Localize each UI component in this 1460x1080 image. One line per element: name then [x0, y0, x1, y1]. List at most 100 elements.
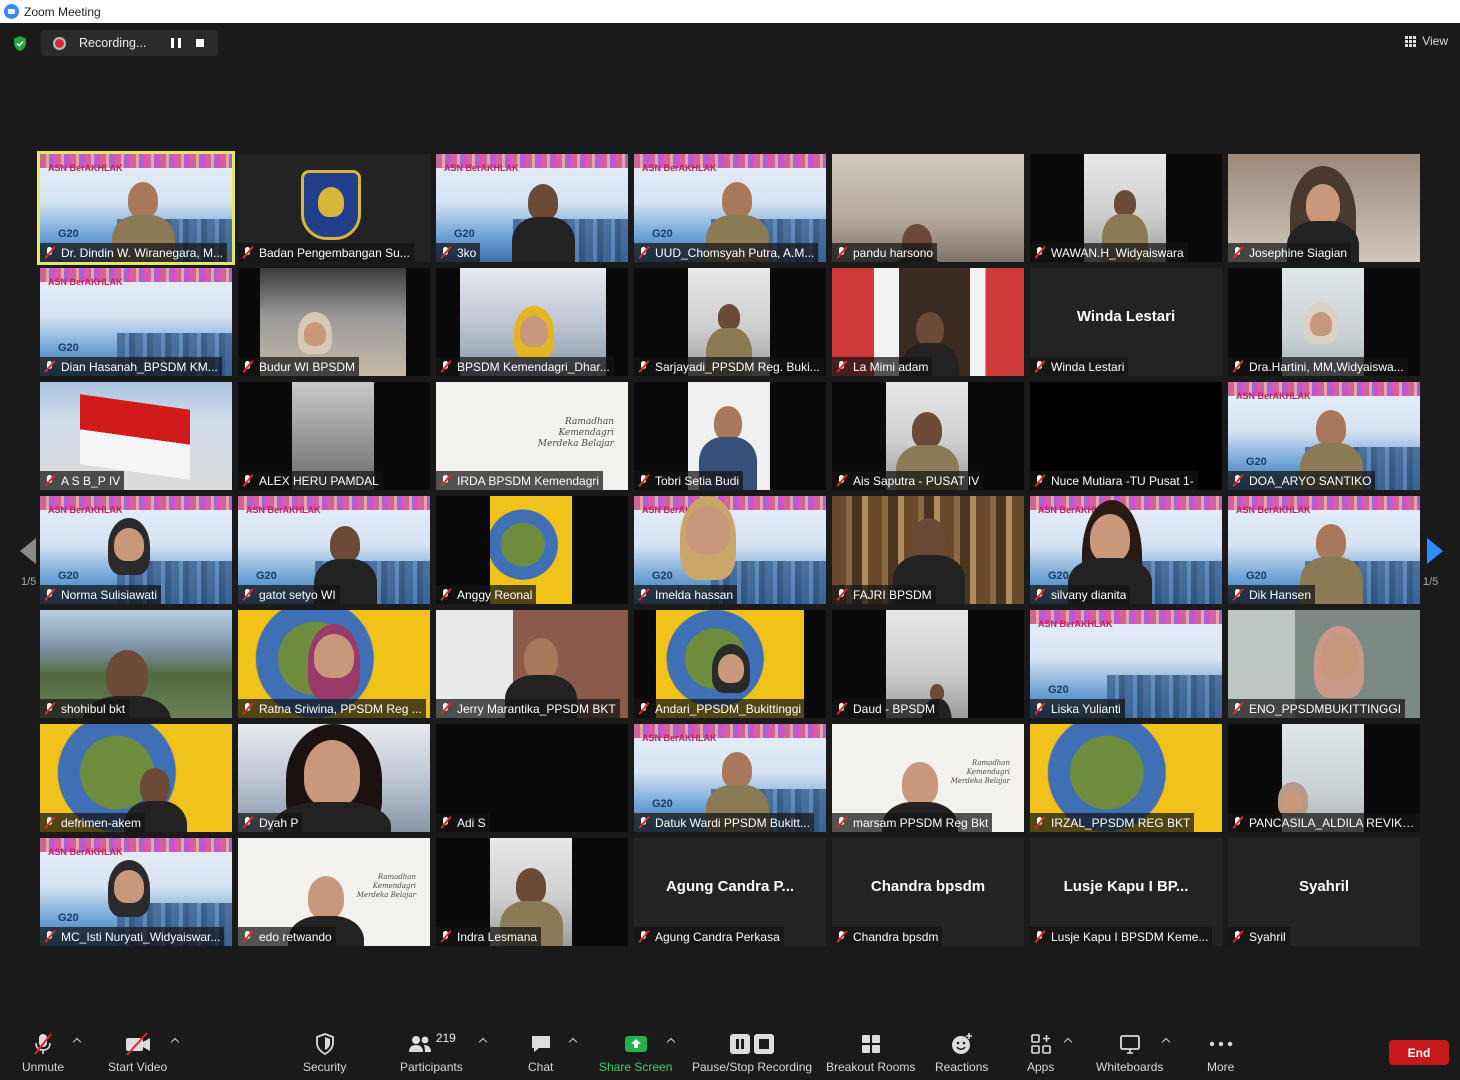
participant-tile[interactable]: PANCASILA_ALDILA REVIKA...: [1228, 724, 1420, 832]
participant-name: IRDA BPSDM Kemendagri: [457, 473, 600, 488]
participant-tile[interactable]: Winda Lestari Winda Lestari: [1030, 268, 1222, 376]
reactions-button[interactable]: Reactions: [935, 1031, 988, 1074]
pause-recording-icon[interactable]: [171, 38, 181, 48]
participant-tile[interactable]: ASN BerAKHLAK G20 gatot setyo WI: [238, 496, 430, 604]
participant-tile[interactable]: WAWAN.H_Widyaiswara: [1030, 154, 1222, 262]
unmute-button[interactable]: Unmute: [22, 1031, 64, 1074]
muted-mic-icon: [637, 360, 650, 373]
participant-tile[interactable]: Lusje Kapu I BP... Lusje Kapu I BPSDM Kem…: [1030, 838, 1222, 946]
participant-tile[interactable]: FAJRI BPSDM: [832, 496, 1024, 604]
pause-stop-recording-button[interactable]: Pause/Stop Recording: [692, 1031, 812, 1074]
participant-tile[interactable]: Tobri Setia Budi: [634, 382, 826, 490]
whiteboards-button[interactable]: Whiteboards: [1096, 1031, 1163, 1074]
participant-tile[interactable]: ASN BerAKHLAK G20 3ko: [436, 154, 628, 262]
participant-tile[interactable]: ALEX HERU PAMDAL: [238, 382, 430, 490]
participant-tile[interactable]: Anggy Reonal: [436, 496, 628, 604]
participant-name-bar: Ratna Sriwina, PPSDM Reg ...: [238, 699, 426, 718]
view-button[interactable]: View: [1405, 34, 1448, 48]
end-meeting-button[interactable]: End: [1389, 1040, 1449, 1065]
participant-name-bar: pandu harsono: [832, 243, 938, 262]
participant-tile[interactable]: Syahril Syahril: [1228, 838, 1420, 946]
participant-name: marsam PPSDM Reg Bkt: [853, 815, 989, 830]
participant-name: Chandra bpsdm: [853, 929, 939, 944]
apps-button[interactable]: Apps: [1027, 1031, 1054, 1074]
participant-tile[interactable]: Indra Lesmana: [436, 838, 628, 946]
encryption-shield-icon[interactable]: [12, 35, 28, 52]
participants-options-chevron-icon[interactable]: [479, 1037, 487, 1045]
asn-banner-title: ASN BerAKHLAK: [48, 277, 123, 287]
participant-tile[interactable]: ASN BerAKHLAK G20 silvany dianita: [1030, 496, 1222, 604]
participant-tile[interactable]: ASN BerAKHLAK G20 Dik Hansen: [1228, 496, 1420, 604]
participant-tile[interactable]: ASN BerAKHLAK G20 Imelda hassan: [634, 496, 826, 604]
participant-name-bar: Indra Lesmana: [436, 927, 542, 946]
participant-tile[interactable]: IRZAL_PPSDM REG BKT: [1030, 724, 1222, 832]
participant-tile[interactable]: pandu harsono: [832, 154, 1024, 262]
participant-tile[interactable]: La Mimi adam: [832, 268, 1024, 376]
participant-name-bar: Agung Candra Perkasa: [634, 927, 784, 946]
next-page-icon[interactable]: [1427, 538, 1443, 564]
participant-tile[interactable]: BPSDM Kemendagri_Dhar...: [436, 268, 628, 376]
participant-name: BPSDM Kemendagri_Dhar...: [457, 359, 610, 374]
participant-tile[interactable]: ASN BerAKHLAK G20 Liska Yulianti: [1030, 610, 1222, 718]
participant-tile[interactable]: Badan Pengembangan Su...: [238, 154, 430, 262]
participant-tile[interactable]: Agung Candra P... Agung Candra Perkasa: [634, 838, 826, 946]
start-video-button[interactable]: Start Video: [108, 1031, 167, 1074]
video-options-chevron-icon[interactable]: [171, 1037, 179, 1045]
participant-tile[interactable]: Nuce Mutiara -TU Pusat 1-: [1030, 382, 1222, 490]
participant-tile[interactable]: Dyah P: [238, 724, 430, 832]
muted-mic-icon: [241, 360, 254, 373]
participant-tile[interactable]: Dra.Hartini, MM,Widyaiswa...: [1228, 268, 1420, 376]
previous-page-icon[interactable]: [20, 538, 36, 564]
participant-name: Andari_PPSDM_Bukittinggi: [655, 701, 802, 716]
security-button[interactable]: Security: [303, 1031, 346, 1074]
participant-tile[interactable]: Andari_PPSDM_Bukittinggi: [634, 610, 826, 718]
participant-tile[interactable]: A S B_P IV: [40, 382, 232, 490]
stop-recording-icon[interactable]: [196, 39, 204, 47]
participant-tile[interactable]: ASN BerAKHLAK G20 DOA_ARYO SANTIKO: [1228, 382, 1420, 490]
reactions-smiley-icon: [951, 1033, 972, 1054]
whiteboards-options-chevron-icon[interactable]: [1162, 1037, 1170, 1045]
participant-tile[interactable]: Josephine Siagian: [1228, 154, 1420, 262]
share-screen-button[interactable]: Share Screen: [599, 1031, 672, 1074]
participant-tile[interactable]: Sarjayadi_PPSDM Reg. Buki...: [634, 268, 826, 376]
participant-tile[interactable]: Adi S: [436, 724, 628, 832]
participant-tile[interactable]: ASN BerAKHLAK G20 Norma Sulisiawati: [40, 496, 232, 604]
participant-tile[interactable]: Ratna Sriwina, PPSDM Reg ...: [238, 610, 430, 718]
chat-button[interactable]: Chat: [528, 1031, 553, 1074]
participant-tile[interactable]: ASN BerAKHLAK G20 UUD_Chomsyah Putra, A.M.…: [634, 154, 826, 262]
chat-options-chevron-icon[interactable]: [569, 1037, 577, 1045]
participant-tile[interactable]: ASN BerAKHLAK G20 MC_Isti Nuryati_Widyaisw…: [40, 838, 232, 946]
participant-tile[interactable]: Daud - BPSDM: [832, 610, 1024, 718]
muted-mic-icon: [835, 588, 848, 601]
participant-name: pandu harsono: [853, 245, 934, 260]
participant-tile[interactable]: Ais Saputra - PUSAT IV: [832, 382, 1024, 490]
participant-tile[interactable]: Ramadhan Kemendagri Merdeka Belajar marsam …: [832, 724, 1024, 832]
more-button[interactable]: More: [1207, 1031, 1234, 1074]
audio-options-chevron-icon[interactable]: [73, 1037, 81, 1045]
participant-name: Badan Pengembangan Su...: [259, 245, 410, 260]
participant-tile[interactable]: ASN BerAKHLAK G20 Datuk Wardi PPSDM Bukitt…: [634, 724, 826, 832]
participant-name: Agung Candra Perkasa: [655, 929, 780, 944]
apps-options-chevron-icon[interactable]: [1064, 1037, 1072, 1045]
muted-mic-icon: [835, 930, 848, 943]
participant-tile[interactable]: Jerry Marantika_PPSDM BKT: [436, 610, 628, 718]
participant-name: A S B_P IV: [61, 473, 121, 488]
participant-tile[interactable]: ENO_PPSDMBUKITTINGGI: [1228, 610, 1420, 718]
muted-mic-icon: [43, 816, 56, 829]
participant-tile[interactable]: shohibul bkt: [40, 610, 232, 718]
participants-button[interactable]: 219 Participants: [400, 1031, 463, 1074]
participant-tile[interactable]: ASN BerAKHLAK G20 Dr. Dindin W. Wiranegara…: [37, 151, 235, 265]
muted-mic-icon: [637, 246, 650, 259]
participant-tile[interactable]: Budur WI BPSDM: [238, 268, 430, 376]
breakout-rooms-button[interactable]: Breakout Rooms: [826, 1031, 915, 1074]
participant-tile[interactable]: defrimen-akem: [40, 724, 232, 832]
participant-tile[interactable]: Ramadhan Kemendagri Merdeka Belajar IRDA BP…: [436, 382, 628, 490]
participant-name: Adi S: [457, 815, 486, 830]
participant-tile[interactable]: ASN BerAKHLAK G20 Dian Hasanah_BPSDM KM...: [40, 268, 232, 376]
participant-tile[interactable]: Ramadhan Kemendagri Merdeka Belajar edo ret…: [238, 838, 430, 946]
page-indicator-left: 1/5: [21, 576, 37, 588]
participant-tile[interactable]: Chandra bpsdm Chandra bpsdm: [832, 838, 1024, 946]
participant-name-bar: MC_Isti Nuryati_Widyaiswar...: [40, 927, 225, 946]
share-options-chevron-icon[interactable]: [667, 1037, 675, 1045]
participant-name: Anggy Reonal: [457, 587, 533, 602]
